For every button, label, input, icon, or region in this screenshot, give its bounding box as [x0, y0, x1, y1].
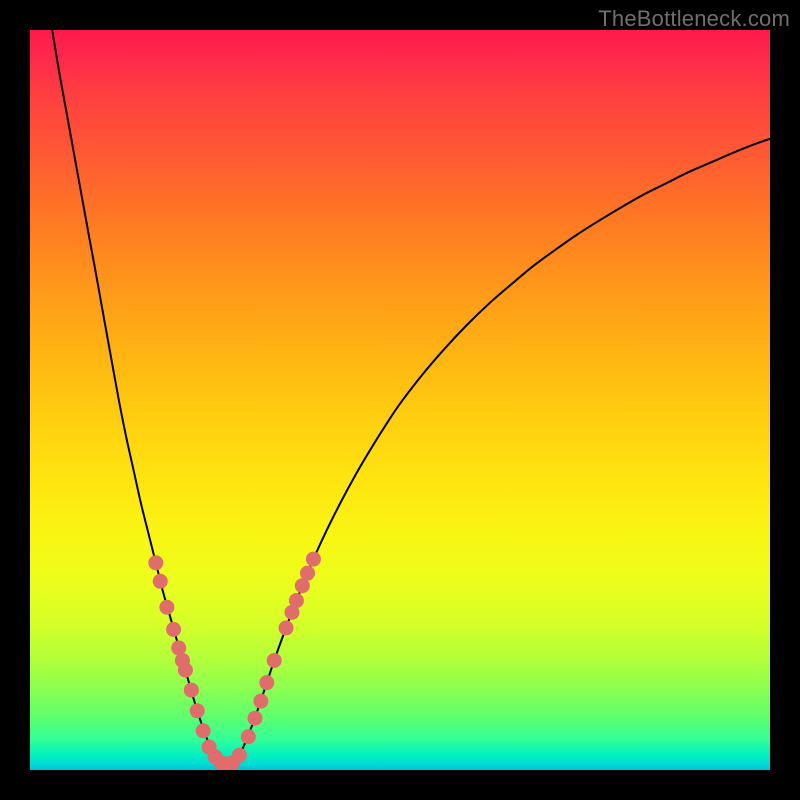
data-marker	[178, 663, 193, 678]
data-marker	[159, 600, 174, 615]
data-marker	[202, 740, 217, 755]
data-marker	[213, 755, 228, 770]
data-marker	[247, 711, 262, 726]
data-marker	[175, 653, 190, 668]
watermark-text: TheBottleneck.com	[598, 6, 790, 32]
data-marker	[153, 574, 168, 589]
data-marker	[232, 748, 247, 763]
chart-plot-area	[30, 30, 770, 770]
data-marker	[196, 723, 211, 738]
data-marker	[208, 749, 223, 764]
data-marker	[300, 566, 315, 581]
data-marker	[225, 755, 240, 770]
data-marker	[241, 729, 256, 744]
chart-svg	[30, 30, 770, 770]
data-marker	[166, 622, 181, 637]
data-marker	[295, 578, 310, 593]
data-marker	[171, 640, 186, 655]
data-marker	[259, 675, 274, 690]
data-marker	[284, 605, 299, 620]
data-marker	[184, 683, 199, 698]
data-marker	[190, 703, 205, 718]
data-marker	[219, 757, 234, 770]
data-marker	[279, 620, 294, 635]
data-marker	[289, 593, 304, 608]
data-marker	[267, 653, 282, 668]
data-marker	[148, 555, 163, 570]
data-marker	[306, 552, 321, 567]
data-marker	[253, 694, 268, 709]
bottleneck-curve	[52, 30, 770, 765]
